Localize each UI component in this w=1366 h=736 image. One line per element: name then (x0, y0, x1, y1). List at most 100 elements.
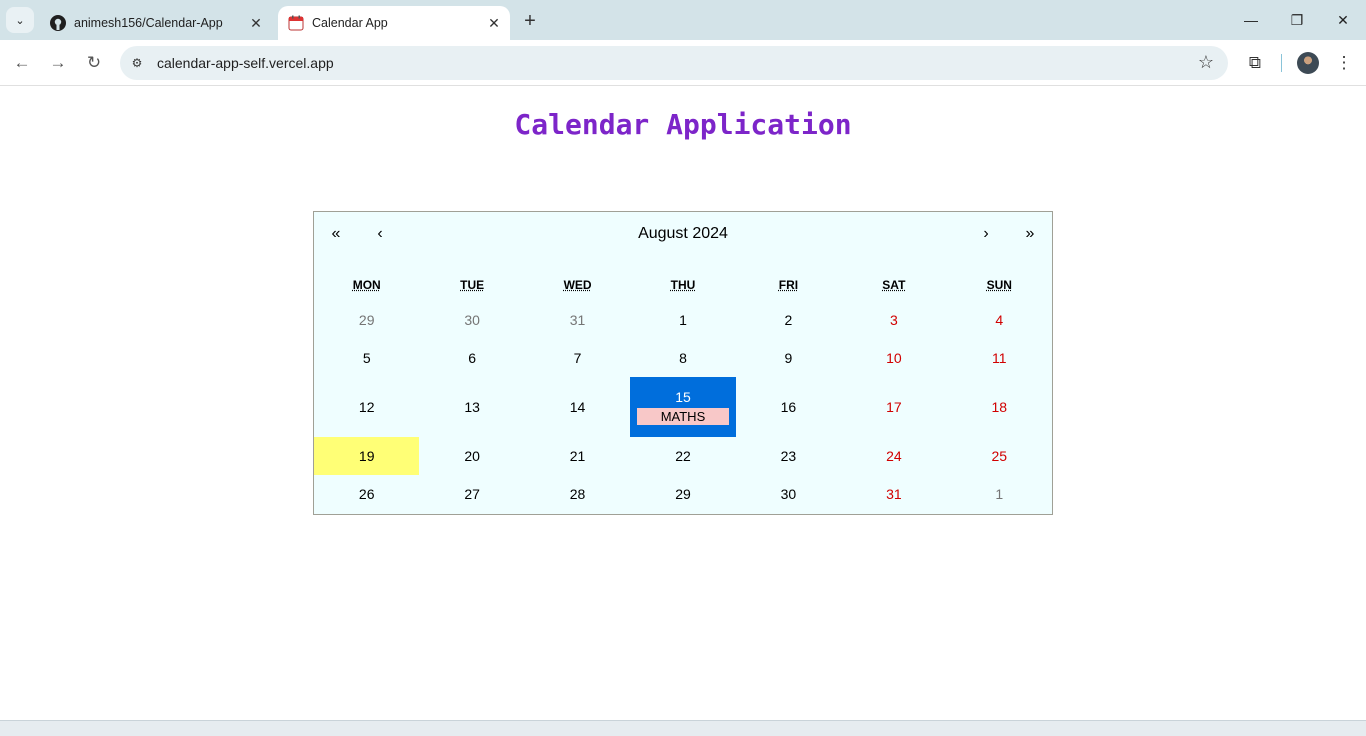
event-label[interactable]: MATHS (636, 408, 729, 425)
calendar-day-tile[interactable]: 9 (736, 339, 841, 377)
calendar: « ‹ August 2024 › » MON TUE WED THU FRI … (313, 211, 1053, 515)
calendar-day-tile[interactable]: 26 (314, 475, 419, 513)
new-tab-button[interactable]: + (518, 9, 542, 33)
calendar-day-tile[interactable]: 30 (736, 475, 841, 513)
calendar-navigation: « ‹ August 2024 › » (314, 212, 1052, 256)
window-close-icon[interactable]: ✕ (1330, 8, 1356, 32)
calendar-day-tile[interactable]: 10 (841, 339, 946, 377)
day-number: 3 (889, 312, 898, 328)
calendar-day-tile[interactable]: 23 (736, 437, 841, 475)
prev-year-button[interactable]: « (314, 212, 358, 256)
tab-close-icon[interactable]: ✕ (484, 13, 504, 33)
tab-github[interactable]: animesh156/Calendar-App ✕ (40, 6, 272, 40)
calendar-day-tile[interactable]: 1 (947, 475, 1052, 513)
calendar-day-tile[interactable]: 27 (419, 475, 524, 513)
tab-calendar-app[interactable]: Calendar App ✕ (278, 6, 510, 40)
calendar-day-tile[interactable]: 2 (736, 301, 841, 339)
calendar-month-label[interactable]: August 2024 (402, 212, 964, 256)
calendar-day-tile[interactable]: 18 (947, 377, 1052, 437)
day-number: 31 (569, 312, 586, 328)
reload-icon[interactable]: ↻ (82, 51, 106, 75)
minimize-icon[interactable]: — (1238, 8, 1264, 32)
address-bar[interactable]: ⚙ calendar-app-self.vercel.app ☆ (120, 46, 1228, 80)
weekday-label: TUE (460, 278, 485, 292)
toolbar-separator (1281, 54, 1282, 72)
day-number: 1 (995, 486, 1004, 502)
calendar-day-tile[interactable]: 25 (947, 437, 1052, 475)
day-number: 22 (675, 448, 691, 464)
browser-toolbar: ← → ↻ ⚙ calendar-app-self.vercel.app ☆ ⧉… (0, 40, 1366, 86)
calendar-day-tile[interactable]: 15 MATHS (630, 377, 736, 437)
profile-avatar[interactable] (1297, 52, 1319, 74)
calendar-day-tile[interactable]: 17 (841, 377, 946, 437)
restore-icon[interactable]: ❐ (1284, 8, 1310, 32)
day-number: 2 (784, 312, 793, 328)
github-icon (50, 15, 66, 31)
weekday-label: WED (563, 278, 592, 292)
weekday-label: THU (670, 278, 696, 292)
calendar-day-tile[interactable]: 3 (841, 301, 946, 339)
day-number: 17 (886, 399, 902, 415)
day-number: 5 (362, 350, 371, 366)
calendar-day-tile[interactable]: 12 (314, 377, 419, 437)
calendar-day-tile[interactable]: 5 (314, 339, 419, 377)
weekday-label: SUN (986, 278, 1012, 292)
calendar-day-tile[interactable]: 29 (630, 475, 735, 513)
calendar-day-tile[interactable]: 16 (736, 377, 841, 437)
day-number: 12 (358, 399, 375, 415)
day-number: 15 (675, 389, 691, 405)
tab-title: animesh156/Calendar-App (74, 16, 223, 30)
calendar-day-tile[interactable]: 13 (419, 377, 524, 437)
bookmark-star-icon[interactable]: ☆ (1198, 52, 1214, 73)
calendar-day-tile[interactable]: 29 (314, 301, 419, 339)
day-number: 27 (464, 486, 480, 502)
menu-kebab-icon[interactable]: ⋮ (1332, 51, 1356, 75)
calendar-day-tile[interactable]: 20 (419, 437, 524, 475)
day-number: 13 (464, 399, 480, 415)
calendar-icon (288, 15, 304, 31)
day-number: 6 (468, 350, 477, 366)
calendar-day-tile[interactable]: 14 (525, 377, 630, 437)
day-number: 18 (991, 399, 1008, 415)
tab-close-icon[interactable]: ✕ (246, 13, 266, 33)
calendar-day-tile[interactable]: 24 (841, 437, 946, 475)
day-number: 19 (358, 448, 375, 464)
url-text[interactable]: calendar-app-self.vercel.app (157, 55, 334, 71)
weekday-label: MON (352, 278, 381, 292)
calendar-day-tile[interactable]: 8 (630, 339, 735, 377)
calendar-day-tile[interactable]: 21 (525, 437, 630, 475)
day-number: 24 (886, 448, 902, 464)
prev-month-button[interactable]: ‹ (358, 212, 402, 256)
day-number: 28 (569, 486, 586, 502)
day-number: 14 (569, 399, 586, 415)
calendar-day-tile[interactable]: 30 (419, 301, 524, 339)
next-month-button[interactable]: › (964, 212, 1008, 256)
calendar-day-tile[interactable]: 19 (314, 437, 420, 475)
weekday-header: MON TUE WED THU FRI SAT SUN (314, 278, 1052, 298)
calendar-day-tile[interactable]: 11 (947, 339, 1052, 377)
calendar-day-tile[interactable]: 31 (525, 301, 630, 339)
tab-title: Calendar App (312, 16, 388, 30)
calendar-day-tile[interactable]: 28 (525, 475, 630, 513)
tab-search-button[interactable]: ⌄ (6, 7, 34, 33)
os-taskbar (0, 720, 1366, 736)
next-year-button[interactable]: » (1008, 212, 1052, 256)
day-number: 26 (358, 486, 375, 502)
weekday-label: SAT (882, 278, 906, 292)
calendar-day-tile[interactable]: 7 (525, 339, 630, 377)
calendar-day-tile[interactable]: 31 (841, 475, 946, 513)
calendar-day-tile[interactable]: 6 (419, 339, 524, 377)
day-number: 1 (679, 312, 687, 328)
extensions-icon[interactable]: ⧉ (1243, 51, 1267, 75)
calendar-day-tile[interactable]: 1 (630, 301, 735, 339)
back-arrow-icon[interactable]: ← (10, 51, 34, 75)
site-info-icon[interactable]: ⚙ (128, 54, 146, 72)
day-number: 25 (991, 448, 1008, 464)
day-number: 21 (569, 448, 586, 464)
browser-tabstrip: ⌄ animesh156/Calendar-App ✕ Calendar App… (0, 0, 1366, 40)
calendar-day-tile[interactable]: 4 (947, 301, 1052, 339)
day-number: 11 (992, 350, 1007, 366)
day-number: 9 (784, 350, 793, 366)
forward-arrow-icon[interactable]: → (46, 51, 70, 75)
calendar-day-tile[interactable]: 22 (630, 437, 735, 475)
